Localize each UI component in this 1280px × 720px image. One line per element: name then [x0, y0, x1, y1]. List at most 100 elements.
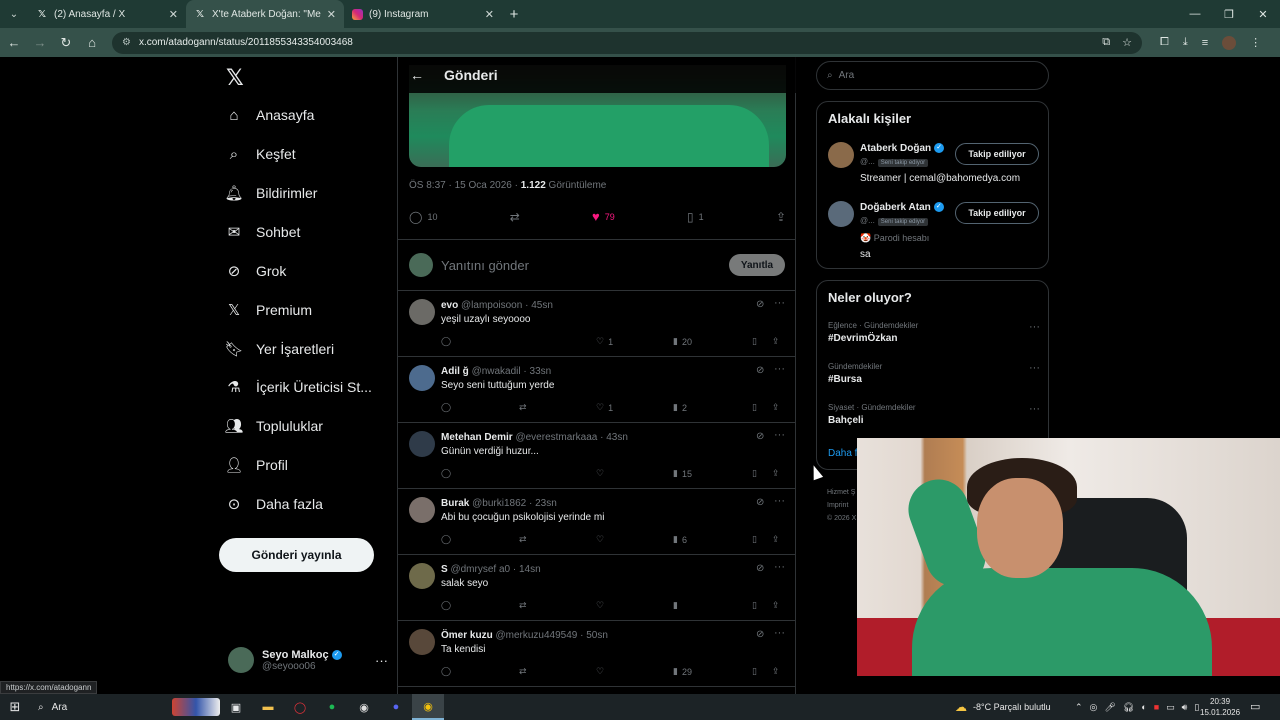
nav-messages[interactable]: ✉ Sohbet [226, 224, 301, 241]
reload-button[interactable]: ↻ [54, 31, 78, 55]
nav-more[interactable]: ⊙ Daha fazla [226, 496, 323, 513]
reply-icon[interactable]: ◯ [441, 336, 451, 347]
more-icon[interactable]: ··· [1029, 403, 1040, 415]
trend-item[interactable]: Gündemdekiler #Bursa ··· [828, 362, 1040, 385]
reply-icon[interactable]: ◯ [441, 534, 451, 545]
person-card[interactable]: Doğaberk Atan ✓ @... Seni takip ediyor Tak… [828, 201, 1040, 263]
chrome-icon[interactable]: ◉ [412, 694, 444, 720]
reply-item[interactable]: evo @lampoisoon · 45sn yeşil uzaylı seyo… [398, 291, 796, 357]
grok-icon[interactable]: ⊘ [756, 563, 764, 574]
bookmark-icon[interactable]: ▯ [752, 468, 757, 479]
share-icon[interactable]: ⇪ [772, 534, 780, 545]
trend-item[interactable]: Siyaset · Gündemdekiler Bahçeli ··· [828, 403, 1040, 426]
following-button[interactable]: Takip ediliyor [955, 202, 1039, 224]
browser-tab-2[interactable]: (9) Instagram ✕ [344, 0, 502, 28]
bookmark-icon[interactable]: ▯ [752, 402, 757, 413]
repost-action[interactable]: ⇄ [510, 209, 520, 224]
close-icon[interactable]: ✕ [327, 8, 336, 21]
footer-link[interactable]: Imprint [827, 499, 856, 512]
more-icon[interactable]: ··· [774, 363, 785, 375]
browser-tab-1[interactable]: 𝕏 X'te Ataberk Doğan: "Meşhur A ✕ [186, 0, 344, 28]
person-card[interactable]: Ataberk Doğan ✓ @... Seni takip ediyor Tak… [828, 142, 1040, 192]
views-icon[interactable]: ▮ 15 [673, 468, 692, 479]
reply-item[interactable]: Metehan Demir @everestmarkaaa · 43sn Gün… [398, 423, 796, 489]
bookmark-action[interactable]: ▯ 1 [687, 209, 704, 224]
extensions-icon[interactable]: ⧠ [1160, 36, 1169, 49]
share-icon[interactable]: ⇪ [772, 336, 780, 347]
nav-creator-studio[interactable]: ⚗ İçerik Üreticisi St... [226, 379, 372, 396]
share-icon[interactable]: ⇪ [772, 666, 780, 677]
following-button[interactable]: Takip ediliyor [955, 143, 1039, 165]
share-icon[interactable]: ⇪ [772, 600, 780, 611]
nav-communities[interactable]: 👥︎ Topluluklar [224, 418, 322, 435]
address-bar[interactable]: ⚙ x.com/atadogann/status/201185534335400… [112, 31, 1142, 54]
nav-home[interactable]: ⌂ Anasayfa [226, 107, 314, 124]
trend-item[interactable]: Eğlence · Gündemdekiler #DevrimÖzkan ··· [828, 321, 1040, 344]
heart-icon[interactable]: ♡ 1 [596, 402, 613, 413]
window-close-button[interactable]: ✕ [1246, 0, 1280, 28]
share-icon[interactable]: ⇪ [772, 468, 780, 479]
account-switcher[interactable]: Seyo Malkoç ✓ @seyooo06 ··· [228, 647, 388, 673]
heart-icon[interactable]: ♡ 1 [596, 336, 613, 347]
windows-start-icon[interactable]: ⊞ [0, 694, 30, 720]
opera-icon[interactable]: ◯ [284, 694, 316, 720]
repost-icon[interactable]: ⇄ [519, 600, 527, 611]
nav-notifications[interactable]: 🔔︎ Bildirimler [224, 185, 317, 202]
like-action[interactable]: ♥ 79 [592, 209, 615, 224]
bookmark-icon[interactable]: ▯ [752, 534, 757, 545]
grok-icon[interactable]: ⊘ [756, 365, 764, 376]
nav-explore[interactable]: ⌕ Keşfet [226, 146, 296, 163]
taskbar-search[interactable]: ⌕ Ara [30, 694, 220, 720]
reply-item[interactable]: Burak @burki1862 · 23sn Abi bu çocuğun p… [398, 489, 796, 555]
app-icon[interactable]: ◉ [348, 694, 380, 720]
heart-icon[interactable]: ♡ [596, 600, 604, 611]
forward-button[interactable]: → [28, 31, 52, 55]
views-icon[interactable]: ▮ 2 [673, 402, 687, 413]
speaker-icon[interactable]: 🔊︎ [1182, 702, 1188, 713]
views-icon[interactable]: ▮ 6 [673, 534, 687, 545]
more-icon[interactable]: ··· [774, 429, 785, 441]
tray-app-icon[interactable]: ◐ [1141, 702, 1146, 712]
headset-icon[interactable]: 🎧︎ [1123, 702, 1134, 713]
repost-icon[interactable]: ⇄ [519, 666, 527, 677]
home-button[interactable]: ⌂ [80, 31, 104, 55]
more-icon[interactable]: ··· [774, 297, 785, 309]
browser-tab-0[interactable]: 𝕏 (2) Anasayfa / X ✕ [28, 0, 186, 28]
grok-icon[interactable]: ⊘ [756, 431, 764, 442]
heart-icon[interactable]: ♡ [596, 666, 604, 677]
site-info-icon[interactable]: ⚙ [122, 37, 131, 48]
grok-icon[interactable]: ⊘ [756, 497, 764, 508]
reply-action[interactable]: ◯ 10 [409, 209, 437, 224]
menu-icon[interactable]: ⋮ [1250, 36, 1261, 49]
share-icon[interactable]: ⇪ [772, 402, 780, 413]
discord-icon[interactable]: ● [380, 694, 412, 720]
minimize-button[interactable]: — [1178, 0, 1212, 28]
task-view-icon[interactable]: ▣ [220, 694, 252, 720]
tab-search-button[interactable]: ⌄ [0, 0, 28, 28]
file-explorer-icon[interactable]: ▬ [252, 694, 284, 720]
network-icon[interactable]: ▭ [1166, 702, 1175, 713]
notification-icon[interactable]: ▭ [1250, 700, 1260, 713]
nav-premium[interactable]: 𝕏 Premium [226, 302, 312, 319]
back-button[interactable]: ← [2, 31, 26, 55]
bookmark-icon[interactable]: ▯ [752, 600, 757, 611]
reply-icon[interactable]: ◯ [441, 666, 451, 677]
reply-item[interactable]: S @dmrysef a0 · 14sn salak seyo ⊘ ··· ◯ ⇄… [398, 555, 796, 621]
microphone-icon[interactable]: 🎤︎ [1104, 702, 1115, 713]
reply-input[interactable]: Yanıtını gönder [441, 258, 529, 273]
more-icon[interactable]: ··· [774, 561, 785, 573]
reply-icon[interactable]: ◯ [441, 402, 451, 413]
footer-link[interactable]: Hizmet Ş [827, 486, 856, 499]
reply-icon[interactable]: ◯ [441, 468, 451, 479]
star-icon[interactable]: ☆ [1122, 36, 1132, 49]
heart-icon[interactable]: ♡ [596, 468, 604, 479]
tray-app-icon[interactable]: ■ [1154, 702, 1159, 712]
reply-button[interactable]: Yanıtla [729, 254, 785, 276]
nav-bookmarks[interactable]: 🔖︎ Yer İşaretleri [224, 341, 334, 358]
nav-grok[interactable]: ⊘ Grok [226, 263, 287, 280]
heart-icon[interactable]: ♡ [596, 534, 604, 545]
grok-icon[interactable]: ⊘ [756, 629, 764, 640]
reply-item[interactable]: Adil ğ @nwakadil · 33sn Seyo seni tuttuğ… [398, 357, 796, 423]
profile-avatar[interactable] [1222, 35, 1237, 50]
bookmark-icon[interactable]: ▯ [752, 666, 757, 677]
